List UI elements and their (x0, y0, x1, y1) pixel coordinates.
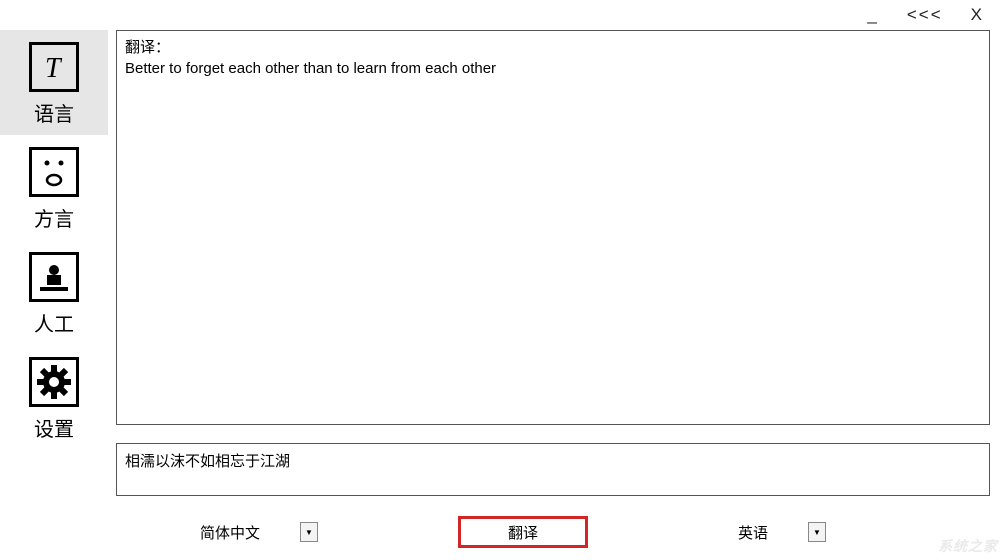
gear-icon (29, 357, 79, 407)
person-pin-icon (29, 252, 79, 302)
titlebar: _ <<< X (0, 0, 1002, 30)
svg-text:T: T (45, 53, 63, 82)
sidebar-item-label: 人工 (34, 308, 74, 337)
target-language-select[interactable]: 英语 ▼ (728, 519, 826, 545)
sidebar-item-label: 语言 (34, 98, 74, 127)
close-button[interactable]: X (971, 5, 984, 25)
sidebar-item-language[interactable]: T 语言 (0, 30, 108, 135)
translation-input[interactable]: 相濡以沫不如相忘于江湖 (116, 443, 990, 496)
output-text: Better to forget each other than to lear… (125, 60, 496, 77)
translate-button[interactable]: 翻译 (458, 516, 588, 548)
sidebar-item-human[interactable]: 人工 (0, 240, 108, 345)
back-button[interactable]: <<< (907, 5, 943, 25)
sidebar-item-label: 设置 (34, 413, 74, 442)
sidebar-item-dialect[interactable]: 方言 (0, 135, 108, 240)
text-icon: T (29, 42, 79, 92)
source-language-select[interactable]: 简体中文 ▼ (190, 519, 318, 545)
chevron-down-icon[interactable]: ▼ (300, 522, 318, 542)
sidebar: T 语言 方言 人工 (0, 30, 108, 450)
main-area: 翻译： Better to forget each other than to … (116, 30, 990, 496)
sidebar-item-label: 方言 (34, 203, 74, 232)
translation-output: 翻译： Better to forget each other than to … (116, 30, 990, 425)
controls-bar: 简体中文 ▼ 翻译 英语 ▼ (116, 514, 990, 550)
chevron-down-icon[interactable]: ▼ (808, 522, 826, 542)
source-language-label: 简体中文 (190, 522, 300, 543)
face-icon (29, 147, 79, 197)
minimize-button[interactable]: _ (867, 5, 878, 25)
output-header: 翻译： (125, 39, 170, 56)
target-language-label: 英语 (728, 522, 808, 543)
sidebar-item-settings[interactable]: 设置 (0, 345, 108, 450)
